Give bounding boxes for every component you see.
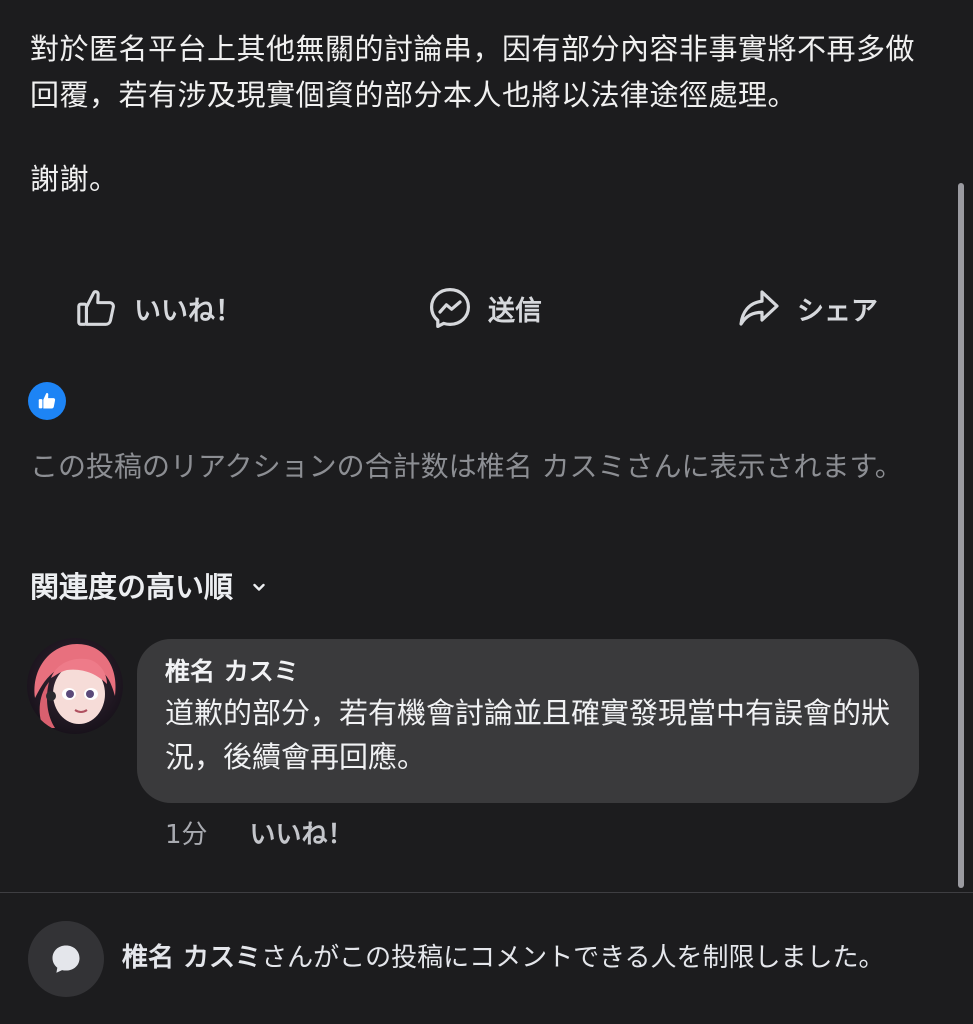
comment-restriction-text: 椎名 カスミさんがこの投稿にコメントできる人を制限しました。 — [122, 937, 885, 974]
post-action-bar: いいね！ 送信 シェア — [0, 280, 973, 336]
sort-label: 関連度の高い順 — [30, 570, 234, 604]
messenger-icon — [426, 284, 474, 332]
reaction-visibility-note: この投稿のリアクションの合計数は椎名 カスミさんに表示されます。 — [30, 450, 903, 483]
share-label: シェア — [797, 295, 878, 327]
comment-timestamp[interactable]: 1分 — [165, 814, 208, 851]
comment-meta: 1分 いいね！ — [165, 814, 354, 851]
post-thanks: 謝謝。 — [30, 162, 119, 196]
comment-restriction-footer: 椎名 カスミさんがこの投稿にコメントできる人を制限しました。 — [0, 893, 973, 1024]
like-label: いいね！ — [134, 295, 242, 327]
like-button[interactable]: いいね！ — [74, 280, 242, 336]
chevron-down-icon — [251, 568, 267, 602]
comment-bubble[interactable]: 椎名 カスミ 道歉的部分，若有機會討論並且確實發現當中有誤會的狀況，後續會再回應… — [137, 639, 919, 803]
avatar[interactable] — [27, 638, 123, 734]
post-detail-screen: 對於匿名平台上其他無關的討論串，因有部分內容非事實將不再多做回覆，若有涉及現實個… — [0, 0, 973, 1024]
post-paragraph: 對於匿名平台上其他無關的討論串，因有部分內容非事實將不再多做回覆，若有涉及現實個… — [30, 32, 916, 112]
comment-sort-selector[interactable]: 関連度の高い順 — [30, 564, 267, 606]
share-button[interactable]: シェア — [735, 280, 878, 336]
share-arrow-icon — [735, 284, 783, 332]
post-text: 對於匿名平台上其他無關的討論串，因有部分內容非事實將不再多做回覆，若有涉及現實個… — [30, 26, 930, 202]
comment-bubble-icon — [28, 921, 104, 997]
send-button[interactable]: 送信 — [426, 280, 542, 336]
thumbs-up-icon — [74, 285, 120, 331]
comment-author[interactable]: 椎名 カスミ — [165, 655, 891, 689]
send-label: 送信 — [488, 295, 542, 327]
like-reaction-icon[interactable] — [28, 382, 66, 420]
comment-text: 道歉的部分，若有機會討論並且確實發現當中有誤會的狀況，後續會再回應。 — [165, 696, 891, 774]
footer-name[interactable]: 椎名 カスミ — [122, 943, 261, 973]
comment-like-button[interactable]: いいね！ — [250, 814, 354, 851]
footer-message: さんがこの投稿にコメントできる人を制限しました。 — [261, 943, 885, 973]
